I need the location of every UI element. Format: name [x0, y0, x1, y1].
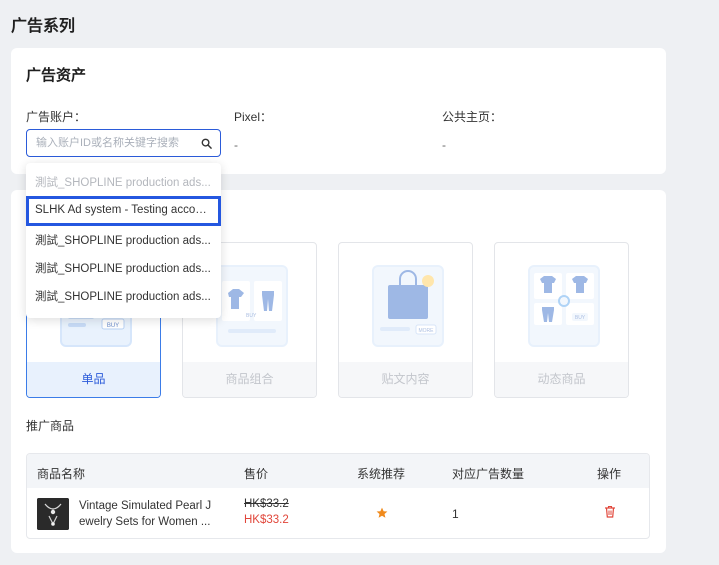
ad-account-label: 广告账户： [26, 110, 87, 124]
public-page-value: - [442, 138, 446, 152]
column-header-product-name: 商品名称 [37, 467, 86, 481]
column-header-price: 售价 [244, 467, 269, 481]
ad-type-label: 动态商品 [495, 362, 628, 397]
dynamic-product-illustration: BUY [528, 265, 600, 347]
trash-icon[interactable] [604, 505, 616, 518]
product-name: Vintage Simulated Pearl J ewelry Sets fo… [79, 500, 212, 528]
svg-text:BUY: BUY [246, 313, 257, 319]
ad-count-value: 1 [452, 507, 459, 521]
promoted-products-title: 推广商品 [26, 419, 75, 433]
ad-assets-card: 广告资产 广告账户： Pixel： - 公共主页： - [11, 48, 666, 174]
ad-type-post-content[interactable]: MORE 贴文内容 [338, 242, 473, 398]
sale-price: HK$33.2 [244, 514, 289, 526]
ad-type-label: 贴文内容 [339, 362, 472, 397]
ad-account-search-input[interactable] [36, 130, 196, 156]
table-row: Vintage Simulated Pearl J ewelry Sets fo… [27, 488, 649, 538]
svg-text:BUY: BUY [575, 315, 586, 321]
dynamic-clothing-icon: BUY [534, 273, 594, 325]
ad-assets-title: 广告资产 [26, 67, 87, 84]
ad-account-search-box[interactable] [26, 129, 221, 157]
ad-type-label: 单品 [27, 362, 160, 397]
column-header-recommended: 系统推荐 [357, 467, 406, 481]
ad-account-dropdown: 測試_SHOPLINE production ads... SLHK Ad sy… [26, 163, 221, 318]
dropdown-option[interactable]: 測試_SHOPLINE production ads... [26, 283, 221, 311]
post-content-illustration: MORE [372, 265, 444, 347]
column-header-ad-count: 对应广告数量 [452, 467, 525, 481]
original-price: HK$33.2 [244, 498, 289, 510]
product-thumbnail [37, 498, 69, 530]
clothing-icon: BUY [222, 281, 282, 333]
search-icon[interactable] [201, 138, 212, 149]
page-title: 广告系列 [11, 18, 76, 35]
svg-text:MORE: MORE [419, 328, 435, 334]
svg-text:BUY: BUY [107, 323, 119, 329]
star-icon [376, 507, 388, 518]
dropdown-option-highlighted[interactable]: SLHK Ad system - Testing accou... [26, 196, 221, 226]
products-table: 商品名称 售价 系统推荐 对应广告数量 操作 Vintage Simulated… [26, 453, 650, 539]
ad-type-label: 商品组合 [183, 362, 316, 397]
dropdown-option[interactable]: 測試_SHOPLINE production ads... [26, 255, 221, 283]
jewelry-image-icon [37, 498, 69, 530]
collection-illustration: BUY [216, 265, 288, 347]
ad-type-dynamic-product[interactable]: BUY 动态商品 [494, 242, 629, 398]
shopping-bag-icon: MORE [380, 270, 437, 335]
dropdown-option[interactable]: 測試_SHOPLINE production ads... [26, 169, 221, 197]
public-page-label: 公共主页： [442, 110, 503, 124]
pixel-value: - [234, 138, 238, 152]
column-header-actions: 操作 [597, 467, 622, 481]
dropdown-option[interactable]: 測試_SHOPLINE production ads... [26, 227, 221, 255]
pixel-label: Pixel： [234, 110, 273, 124]
table-header: 商品名称 售价 系统推荐 对应广告数量 操作 [27, 454, 649, 488]
